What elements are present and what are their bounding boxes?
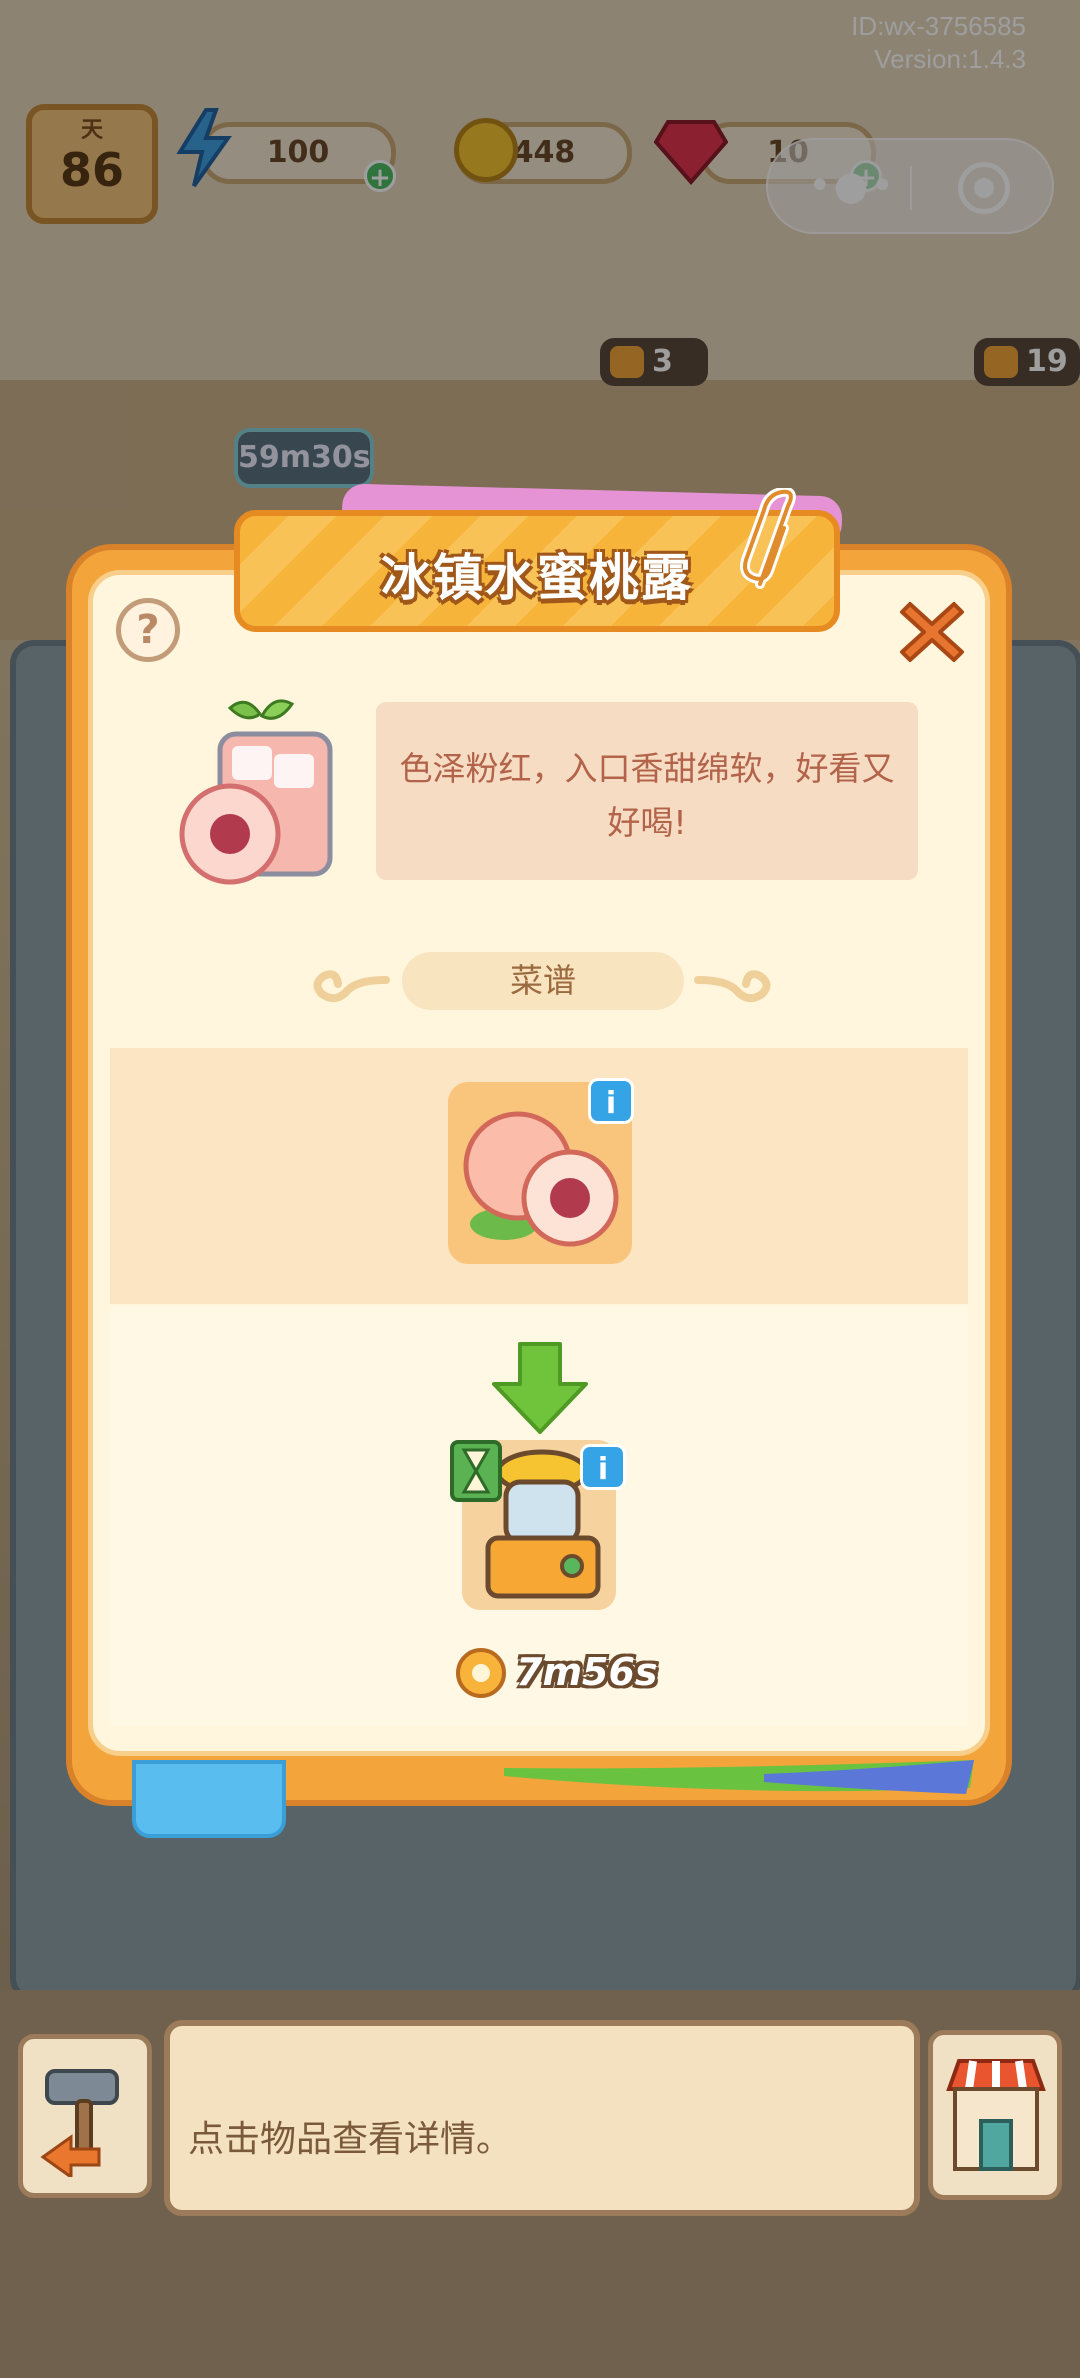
close-icon bbox=[900, 602, 964, 662]
close-button[interactable] bbox=[896, 596, 968, 668]
clock-icon bbox=[456, 1648, 506, 1698]
help-icon: ? bbox=[136, 607, 160, 653]
shop-icon bbox=[946, 2059, 1046, 2171]
item-description: 色泽粉红，入口香甜绵软，好看又好喝! bbox=[376, 702, 918, 880]
recipe-label: 菜谱 bbox=[402, 952, 684, 1010]
machine-info-button[interactable]: i bbox=[580, 1444, 626, 1490]
peach-drink-icon bbox=[179, 699, 333, 885]
paperclip-icon bbox=[740, 488, 796, 589]
hammer-icon bbox=[40, 2069, 119, 2177]
hint-text: 点击物品查看详情。 bbox=[188, 2119, 513, 2160]
hourglass-icon bbox=[450, 1440, 502, 1502]
ribbon-decoration bbox=[504, 1760, 974, 1794]
info-icon: i bbox=[605, 1086, 617, 1121]
swirl-left-decoration bbox=[313, 970, 390, 1003]
description-text: 色泽粉红，入口香甜绵软，好看又好喝! bbox=[399, 749, 895, 842]
shop-button[interactable] bbox=[928, 2030, 1062, 2200]
arrow-down-icon bbox=[492, 1342, 588, 1434]
hammer-button[interactable] bbox=[18, 2034, 152, 2198]
swirl-right-decoration bbox=[694, 970, 771, 1003]
blue-tab-decoration bbox=[132, 1760, 286, 1838]
help-button[interactable]: ? bbox=[116, 598, 180, 662]
ingredient-info-button[interactable]: i bbox=[588, 1078, 634, 1124]
info-icon: i bbox=[597, 1452, 609, 1487]
cook-time: 7m56s bbox=[516, 1650, 658, 1694]
recipe-label-text: 菜谱 bbox=[510, 961, 576, 1000]
